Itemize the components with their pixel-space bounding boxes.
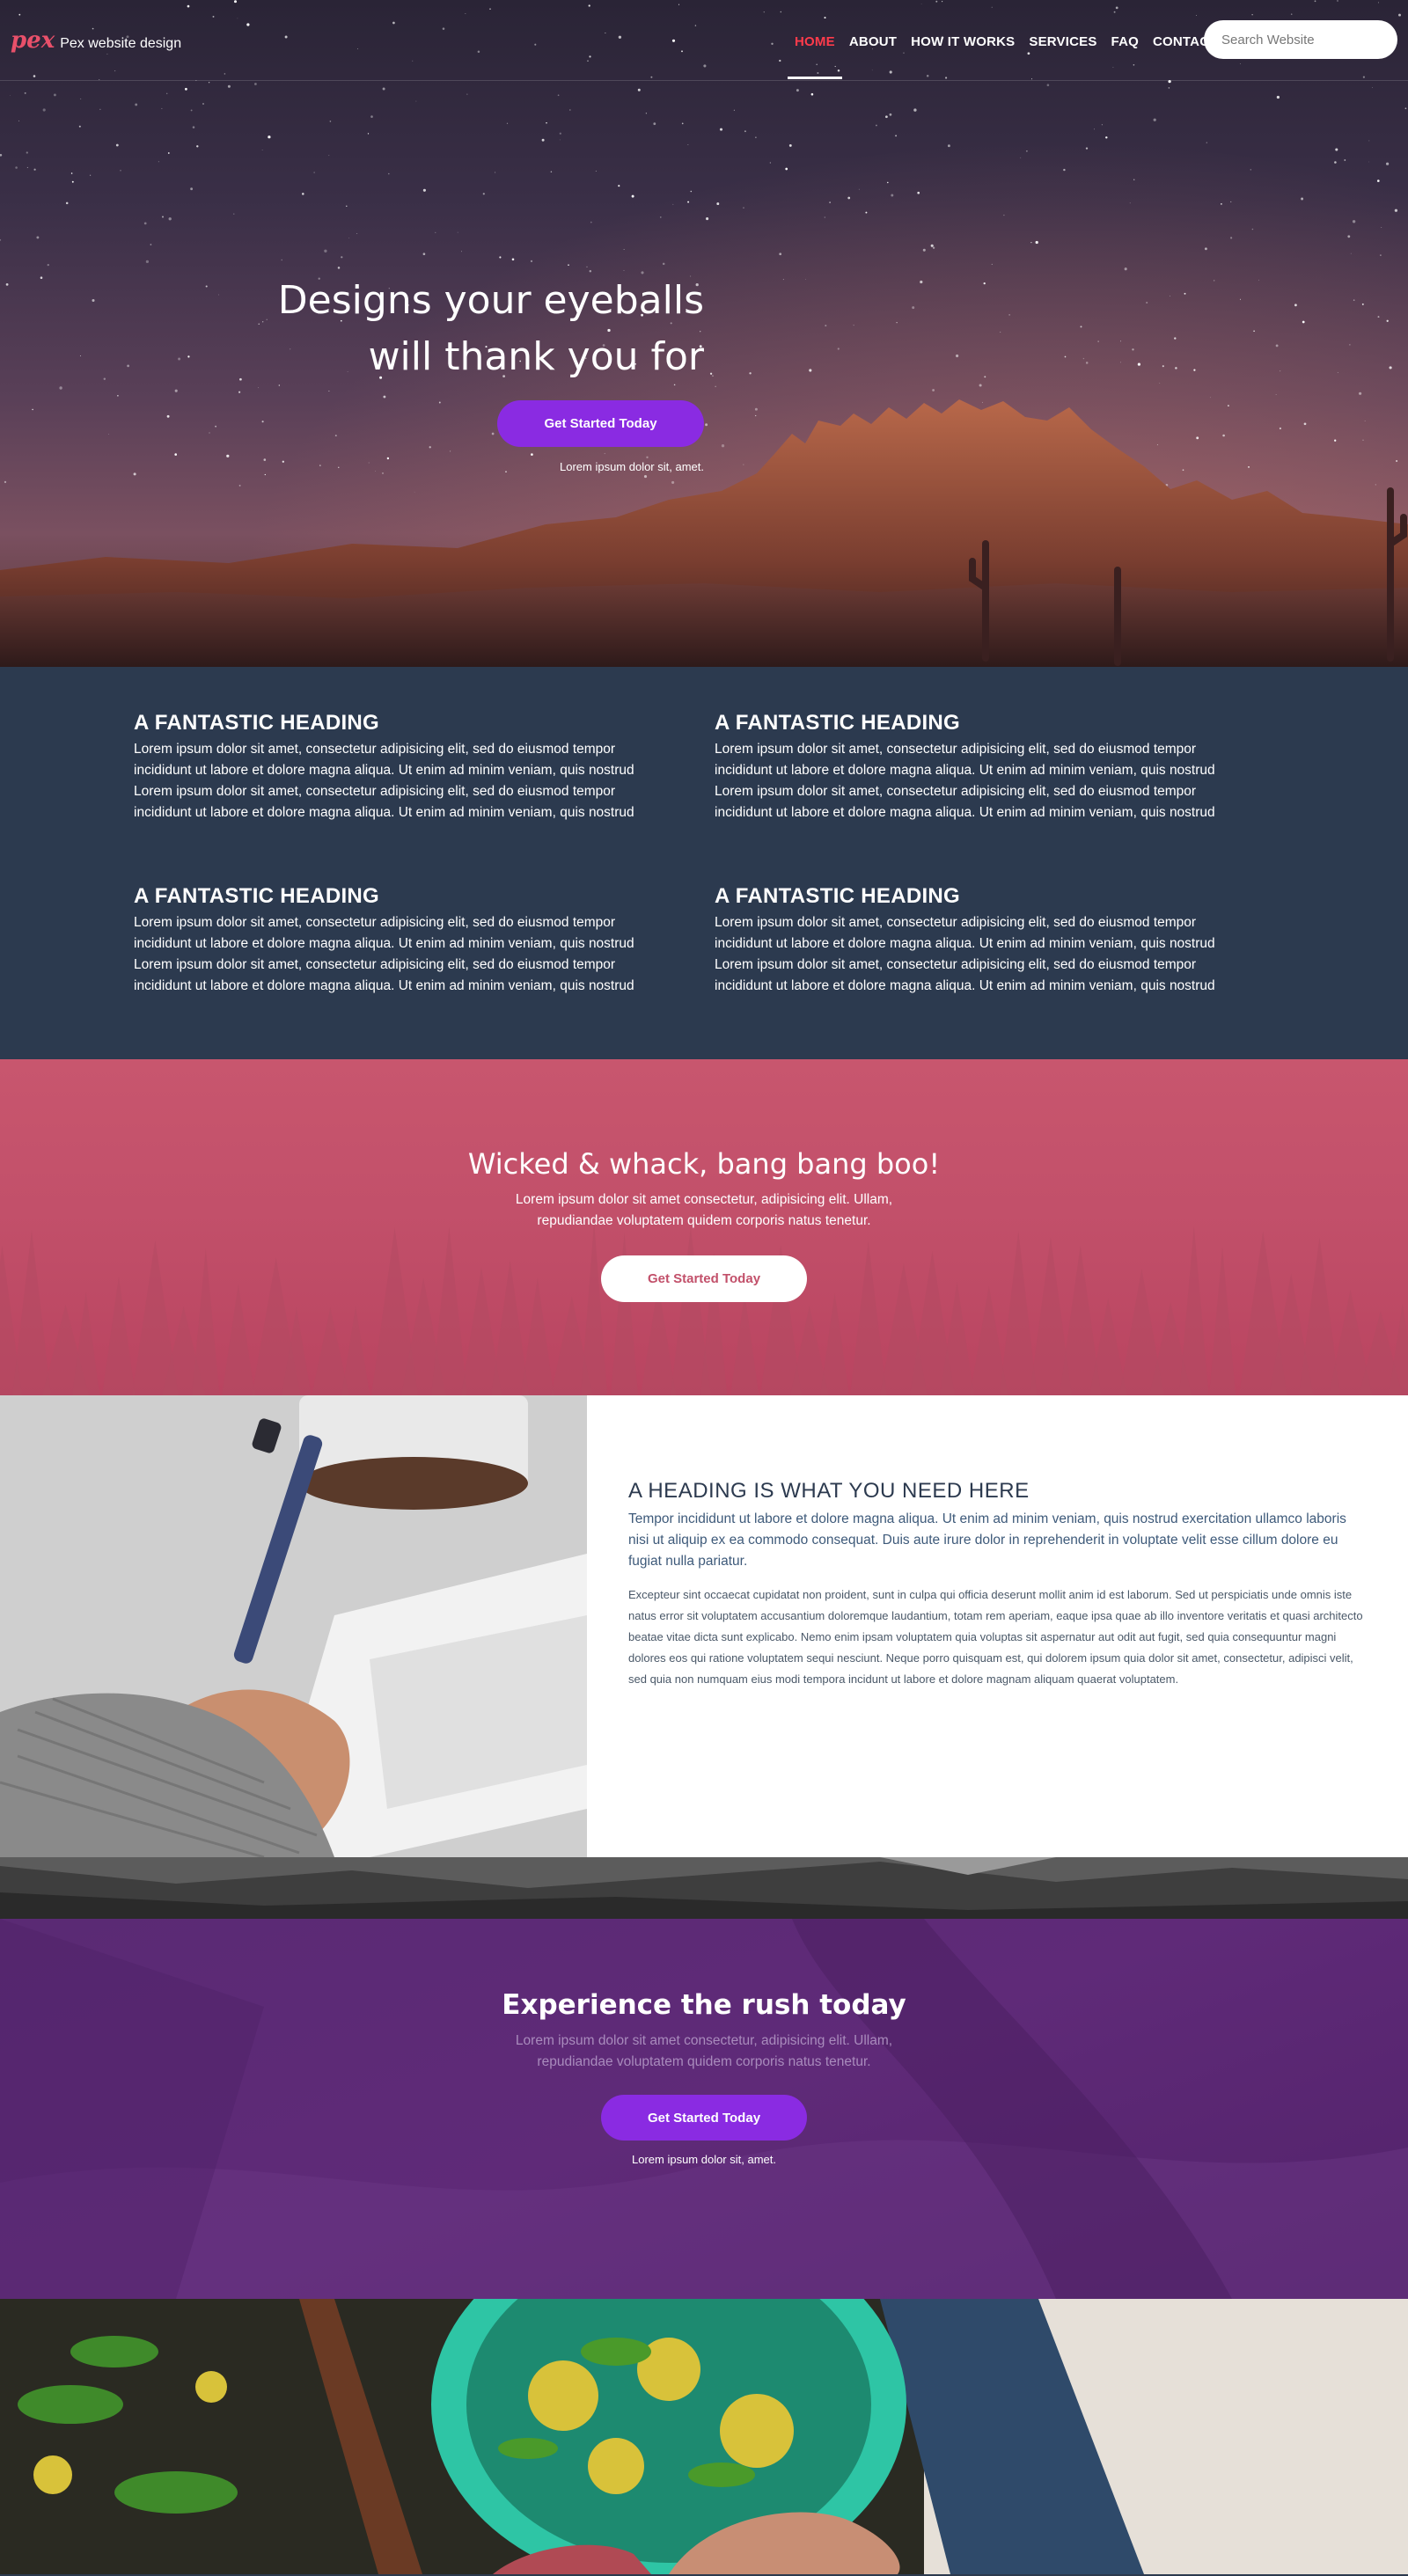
split-section: A HEADING IS WHAT YOU NEED HERE Tempor i… [0,1395,1408,1857]
brand-logo[interactable]: pex [11,27,55,54]
cta-purple-title: Experience the rush today [502,1989,906,2021]
nav-item-services[interactable]: SERVICES [1022,0,1104,81]
split-lead-text: Tempor incididunt ut labore et dolore ma… [628,1511,1346,1569]
feature-heading: A FANTASTIC HEADING [134,711,380,735]
hero-caption: Lorem ipsum dolor sit, amet. [559,460,704,473]
cta-red-text: Lorem ipsum dolor sit amet consectetur, … [515,1192,893,1228]
writing-hand-photo [0,1395,587,1857]
split-content: A HEADING IS WHAT YOU NEED HERE Tempor i… [628,1479,1368,1690]
feature-heading: A FANTASTIC HEADING [715,884,961,908]
hero-section: pex Pex website design HOME ABOUT HOW IT… [0,0,1408,667]
feature-block-3: A FANTASTIC HEADING Lorem ipsum dolor si… [134,884,662,997]
cta-purple-caption: Lorem ipsum dolor sit, amet. [631,2153,776,2166]
feature-block-4: A FANTASTIC HEADING Lorem ipsum dolor si… [715,884,1243,997]
cta-purple-get-started-button[interactable]: Get Started Today [601,2095,807,2141]
mountain-strip-image [0,1857,1408,1919]
brand-name[interactable]: Pex website design [60,36,181,52]
features-section: A FANTASTIC HEADING Lorem ipsum dolor si… [0,667,1408,1059]
cta-red-title: Wicked & whack, bang bang boo! [467,1147,941,1181]
feature-text: Lorem ipsum dolor sit amet, consectetur … [134,915,634,993]
cta-red-section: Wicked & whack, bang bang boo! Lorem ips… [0,1059,1408,1395]
feature-block-1: A FANTASTIC HEADING Lorem ipsum dolor si… [134,711,662,823]
nav-item-about[interactable]: ABOUT [842,0,904,81]
feature-block-2: A FANTASTIC HEADING Lorem ipsum dolor si… [715,711,1243,823]
feature-text: Lorem ipsum dolor sit amet, consectetur … [715,742,1215,820]
nav-item-how-it-works[interactable]: HOW IT WORKS [904,0,1022,81]
feature-text: Lorem ipsum dolor sit amet, consectetur … [134,742,634,820]
feature-heading: A FANTASTIC HEADING [715,711,961,735]
search-input[interactable] [1204,20,1397,59]
hero-get-started-button[interactable]: Get Started Today [497,400,704,447]
mountain-landscape-image [0,399,1408,667]
feature-text: Lorem ipsum dolor sit amet, consectetur … [715,915,1215,993]
nav-item-faq[interactable]: FAQ [1104,0,1146,81]
hero-title-line-2: will thank you for [368,334,704,379]
top-navbar: pex Pex website design HOME ABOUT HOW IT… [0,0,1408,81]
brand[interactable]: pex Pex website design [11,27,181,54]
split-heading: A HEADING IS WHAT YOU NEED HERE [628,1479,1030,1503]
main-nav: HOME ABOUT HOW IT WORKS SERVICES FAQ CON… [788,0,1225,81]
cta-purple-section: Experience the rush today Lorem ipsum do… [0,1919,1408,2299]
food-bowl-photo [0,2299,1408,2574]
hero-title-line-1: Designs your eyeballs [277,278,704,323]
feature-heading: A FANTASTIC HEADING [134,884,380,908]
cta-red-get-started-button[interactable]: Get Started Today [601,1255,807,1302]
hero-headline: Designs your eyeballs will thank you for [278,273,704,385]
split-body-text: Excepteur sint occaecat cupidatat non pr… [628,1588,1363,1686]
nav-item-home[interactable]: HOME [788,0,842,81]
cta-purple-text: Lorem ipsum dolor sit amet consectetur, … [515,2033,893,2069]
